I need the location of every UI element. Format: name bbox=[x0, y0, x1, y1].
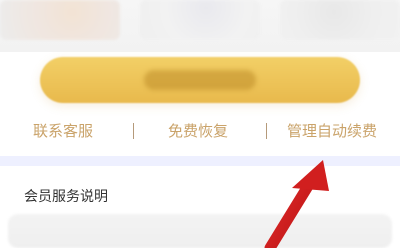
actions-divider-2 bbox=[266, 123, 267, 139]
member-service-title: 会员服务说明 bbox=[24, 189, 108, 205]
manage-auto-renew-link[interactable]: 管理自动续费 bbox=[287, 118, 377, 144]
contact-support-link[interactable]: 联系客服 bbox=[33, 118, 93, 144]
blurred-primary-button[interactable] bbox=[40, 57, 360, 103]
membership-actions-row: 联系客服 免费恢复 管理自动续费 bbox=[0, 118, 400, 144]
section-gap bbox=[0, 156, 400, 166]
top-thumbnails-strip bbox=[0, 0, 400, 52]
actions-divider-1 bbox=[133, 123, 134, 139]
blurred-thumbnail-1 bbox=[0, 0, 120, 40]
blurred-thumbnail-2 bbox=[140, 0, 260, 40]
blurred-content-block bbox=[8, 214, 392, 248]
blurred-thumbnail-3 bbox=[280, 0, 400, 40]
blurred-primary-button-label bbox=[144, 70, 256, 90]
restore-free-link[interactable]: 免费恢复 bbox=[168, 118, 228, 144]
